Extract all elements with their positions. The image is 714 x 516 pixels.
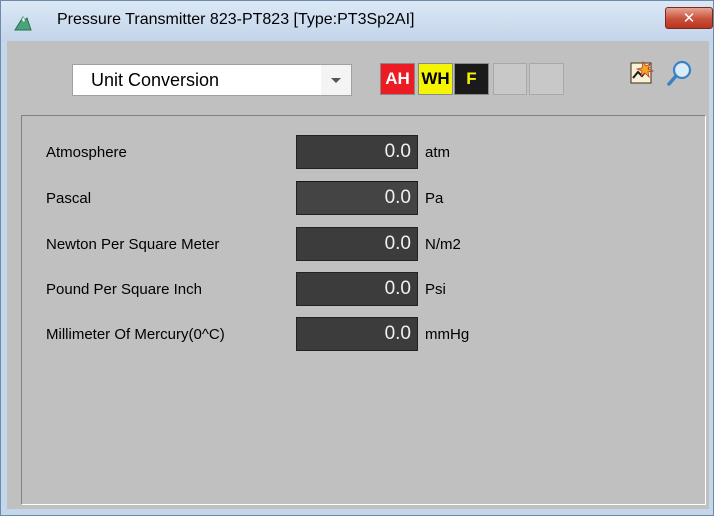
conversion-row-pascal: Pascal 0.0 Pa [22,181,707,215]
row-label: Pound Per Square Inch [46,281,202,298]
close-icon: ✕ [682,9,696,27]
row-label: Pascal [46,190,92,207]
window-title: Pressure Transmitter 823-PT823 [Type:PT3… [57,11,415,28]
unit-label: mmHg [425,326,470,343]
toolbar: Unit Conversion AH WH F [7,41,709,105]
value-field[interactable]: 0.0 [296,181,418,215]
title-bar[interactable]: Pressure Transmitter 823-PT823 [Type:PT3… [1,1,713,41]
unit-conversion-panel: Atmosphere 0.0 atm Pascal 0.0 Pa Newton … [21,115,706,505]
conversion-row-pound-per-square-inch: Pound Per Square Inch 0.0 Psi [22,272,707,306]
row-label: Newton Per Square Meter [46,236,220,253]
conversion-row-atmosphere: Atmosphere 0.0 atm [22,135,707,169]
unit-label: Pa [425,190,444,207]
view-selector-dropdown[interactable]: Unit Conversion [72,64,352,96]
unit-label: N/m2 [425,236,461,253]
faceplate-body: Unit Conversion AH WH F Atmosphere 0.0 a… [7,41,709,511]
view-selector-value: Unit Conversion [91,70,220,90]
row-label: Atmosphere [46,144,127,161]
magnifier-icon [667,60,692,86]
conversion-row-newton-per-square-meter: Newton Per Square Meter 0.0 N/m2 [22,227,707,261]
alarm-indicator-wh[interactable]: WH [418,63,453,95]
search-button[interactable] [665,57,695,89]
close-button[interactable]: ✕ [665,7,713,29]
app-window: Pressure Transmitter 823-PT823 [Type:PT3… [0,0,714,516]
row-label: Millimeter Of Mercury(0^C) [46,326,225,343]
alarm-indicator-empty-2[interactable] [529,63,564,95]
value-field[interactable]: 0.0 [296,317,418,351]
trend-button[interactable] [627,57,657,89]
dropdown-arrow-icon[interactable] [321,65,351,95]
alarm-indicator-empty-1[interactable] [493,63,527,95]
unit-label: atm [425,144,451,161]
trend-icon [630,61,655,84]
transmitter-app-icon [14,16,32,31]
unit-label: Psi [425,281,446,298]
value-field[interactable]: 0.0 [296,135,418,169]
alarm-indicator-f[interactable]: F [454,63,489,95]
window-bottom-border [7,509,709,511]
conversion-row-millimeter-of-mercury: Millimeter Of Mercury(0^C) 0.0 mmHg [22,317,707,351]
value-field[interactable]: 0.0 [296,227,418,261]
alarm-indicator-ah[interactable]: AH [380,63,415,95]
value-field[interactable]: 0.0 [296,272,418,306]
